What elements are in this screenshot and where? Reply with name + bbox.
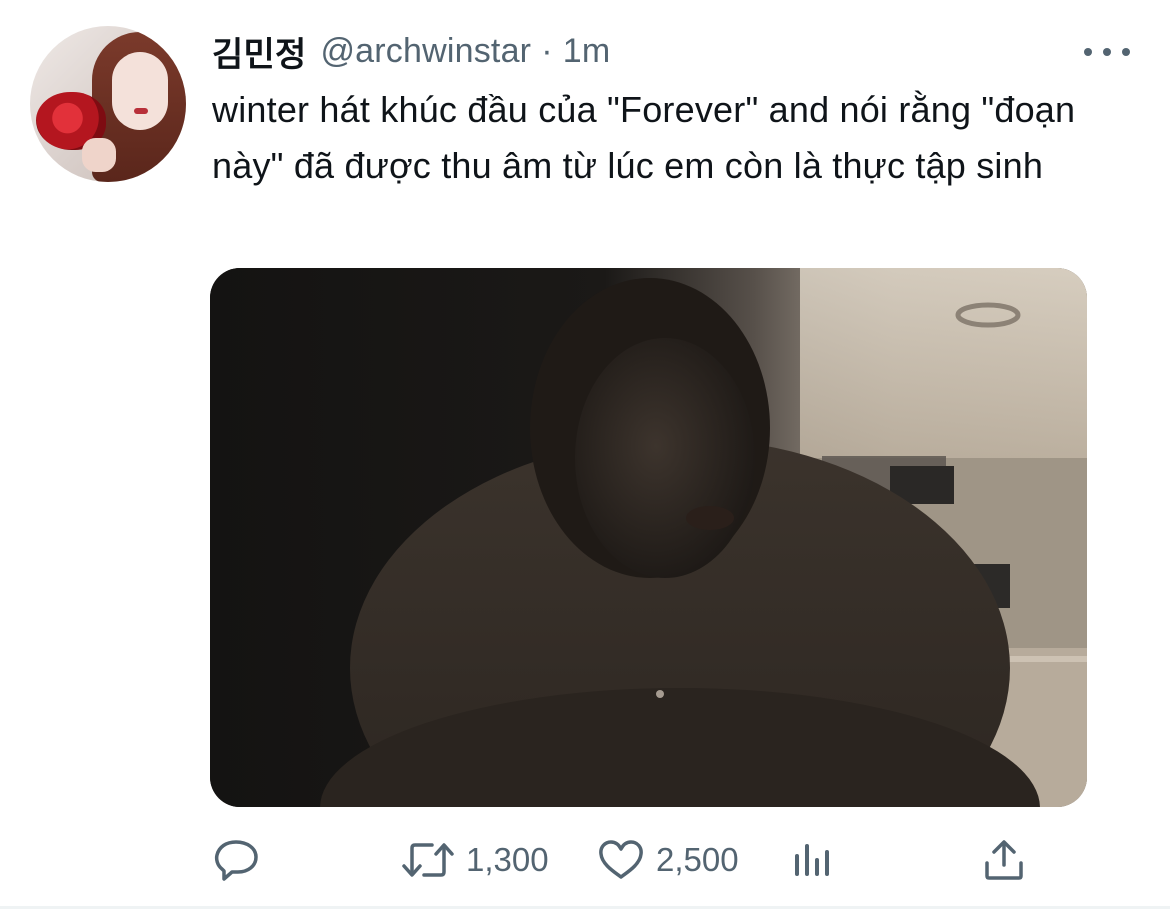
display-name[interactable]: 김민정 [212,27,306,76]
more-dot [1084,48,1092,56]
timestamp[interactable]: 1m [563,32,611,71]
more-icon[interactable] [1084,40,1130,64]
tweet: 김민정 @archwinstar · 1m winter hát khúc đầ… [0,0,1170,909]
avatar-hand [82,138,116,172]
share-icon [985,840,1023,880]
retweet-button[interactable]: 1,300 [402,828,549,892]
analytics-icon [795,844,829,876]
tweet-video[interactable] [210,268,1087,807]
user-handle[interactable]: @archwinstar [320,32,531,71]
analytics-button[interactable] [792,828,834,892]
video-frame [210,268,1087,807]
tweet-text: winter hát khúc đầu của "Forever" and nó… [212,89,1076,186]
heart-icon [599,840,643,879]
tweet-actions: 1,300 2,500 [0,828,1170,892]
reply-icon [214,840,258,881]
share-button[interactable] [984,828,1024,892]
avatar[interactable] [30,26,186,182]
like-count: 2,500 [656,841,739,878]
reply-button[interactable] [214,828,260,892]
like-button[interactable]: 2,500 [598,828,739,892]
separator-dot: · [541,31,553,70]
retweet-count: 1,300 [466,841,549,878]
more-dot [1122,48,1130,56]
tweet-header: 김민정 @archwinstar · 1m [212,26,610,76]
avatar-lips [134,108,148,114]
avatar-face [112,52,168,130]
retweet-icon [402,843,454,877]
more-dot [1103,48,1111,56]
